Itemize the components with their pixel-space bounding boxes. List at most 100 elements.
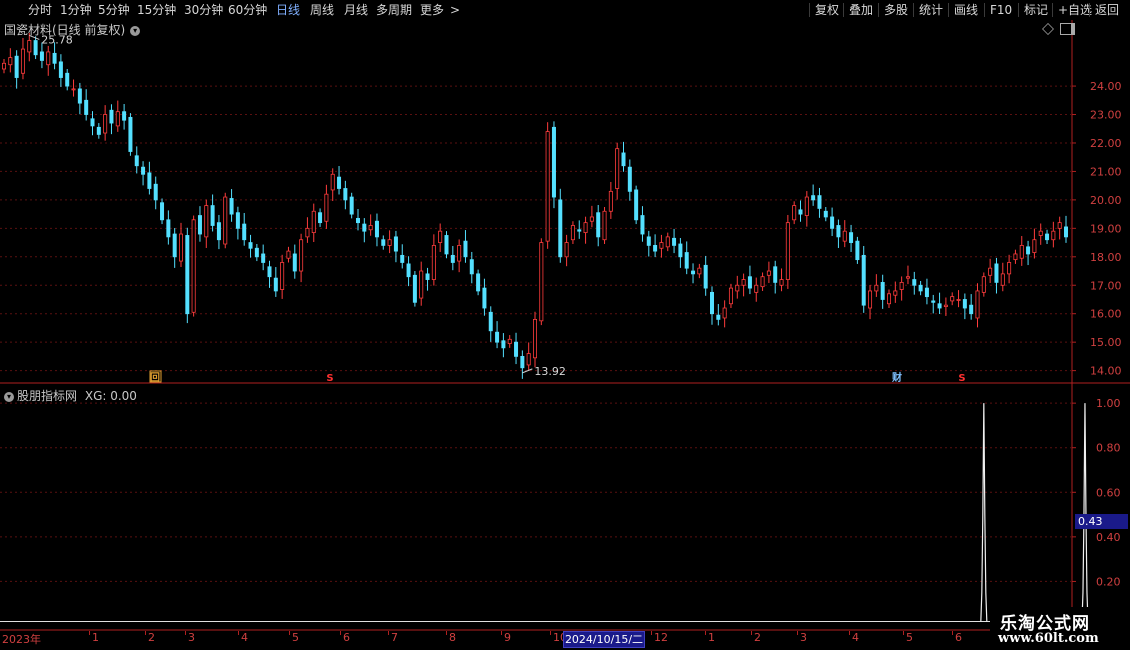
toolbar-separator <box>809 3 810 17</box>
date-tick <box>340 631 341 635</box>
chevron-down-icon[interactable]: ▾ <box>130 25 141 36</box>
toolbar-separator <box>1089 3 1090 17</box>
toolbar-button-1[interactable]: 叠加 <box>849 0 873 20</box>
event-marker-3[interactable]: S <box>958 373 965 384</box>
date-tick <box>651 631 652 635</box>
period-tab-6[interactable]: 日线 <box>276 0 300 20</box>
price-tick-label: 14.00 <box>1090 365 1122 378</box>
date-label: 5 <box>906 631 913 644</box>
candle <box>223 192 228 249</box>
event-marker-label: 回 <box>150 372 160 384</box>
toolbar-button-8[interactable]: 返回 <box>1095 0 1119 20</box>
candle <box>191 215 196 317</box>
indicator-tick-label: 0.80 <box>1096 442 1121 455</box>
toolbar-button-2[interactable]: 多股 <box>884 0 908 20</box>
main-panel-title-bar: 国瓷材料(日线 前复权) ▾ <box>4 21 141 38</box>
cursor-date-box: 2024/10/15/二 <box>563 631 645 648</box>
date-label: 9 <box>504 631 511 644</box>
period-tab-1[interactable]: 1分钟 <box>60 0 92 20</box>
period-tab-9[interactable]: 多周期 <box>376 0 412 20</box>
date-tick <box>501 631 502 635</box>
candle <box>412 271 417 307</box>
toolbar-button-4[interactable]: 画线 <box>954 0 978 20</box>
period-tab-3[interactable]: 15分钟 <box>137 0 176 20</box>
price-tick-label: 23.00 <box>1090 109 1122 122</box>
date-label: 5 <box>292 631 299 644</box>
panel-toggle-icon[interactable] <box>1060 23 1075 35</box>
date-label: 4 <box>241 631 248 644</box>
candle <box>634 185 639 225</box>
date-tick <box>388 631 389 635</box>
event-marker-label: S <box>326 373 333 384</box>
period-tab-4[interactable]: 30分钟 <box>184 0 223 20</box>
price-tick-label: 22.00 <box>1090 137 1122 150</box>
low-label: 13.92 <box>534 365 566 378</box>
indicator-tick-label: 0.60 <box>1096 486 1121 499</box>
period-tab-0[interactable]: 分时 <box>28 0 52 20</box>
candle <box>602 207 607 244</box>
toolbar-separator <box>878 3 879 17</box>
toolbar-separator <box>843 3 844 17</box>
price-tick-label: 17.00 <box>1090 279 1122 292</box>
period-tab-8[interactable]: 月线 <box>344 0 368 20</box>
event-marker-label: 财 <box>891 371 902 384</box>
toolbar-button-5[interactable]: F10 <box>990 0 1012 20</box>
date-tick <box>289 631 290 635</box>
candle <box>855 236 860 264</box>
date-tick <box>238 631 239 635</box>
date-tick <box>550 631 551 635</box>
period-tab-5[interactable]: 60分钟 <box>228 0 267 20</box>
period-tab-10[interactable]: 更多 <box>420 0 444 20</box>
event-marker-label: S <box>958 373 965 384</box>
indicator-tick-label: 0.40 <box>1096 531 1121 544</box>
event-marker-2[interactable]: 财 <box>891 371 902 384</box>
date-label: 2023年 <box>2 633 41 646</box>
date-tick <box>952 631 953 635</box>
candle <box>785 214 790 289</box>
indicator-tick-label: 1.00 <box>1096 397 1121 410</box>
date-tick <box>89 631 90 635</box>
date-label: 2 <box>148 631 155 644</box>
price-tick-label: 16.00 <box>1090 308 1122 321</box>
candle <box>539 238 544 326</box>
event-marker-1[interactable]: S <box>326 373 333 384</box>
indicator-chart[interactable]: 1.00 0.80 0.60 0.40 0.20 <box>0 384 1130 631</box>
date-label: 1 <box>708 631 715 644</box>
indicator-title-bar: ▾ 股朋指标网 XG: 0.00 <box>4 387 137 404</box>
candlestick-chart[interactable]: 24.00 23.00 22.00 21.00 20.00 19.00 18.00 17.00… <box>0 20 1130 384</box>
candle <box>128 113 133 156</box>
toolbar-button-6[interactable]: 标记 <box>1024 0 1048 20</box>
date-label: 6 <box>955 631 962 644</box>
candle <box>551 121 556 209</box>
event-marker-0[interactable]: 回 <box>149 370 162 384</box>
date-label: 4 <box>852 631 859 644</box>
candle <box>861 245 866 313</box>
toolbar-separator <box>1018 3 1019 17</box>
price-tick-label: 20.00 <box>1090 194 1122 207</box>
toolbar-button-0[interactable]: 复权 <box>815 0 839 20</box>
indicator-tick-label: 0.20 <box>1096 575 1121 588</box>
date-tick <box>751 631 752 635</box>
period-tab-7[interactable]: 周线 <box>310 0 334 20</box>
top-toolbar: 分时 1分钟 5分钟 15分钟 30分钟 60分钟 日线 周线 月线 多周期 更多 > 复权 叠加 多股 统计… <box>0 0 1130 21</box>
date-label: 3 <box>800 631 807 644</box>
date-tick <box>705 631 706 635</box>
watermark-url: www.60lt.com <box>998 631 1099 646</box>
stock-title: 国瓷材料(日线 前复权) <box>4 23 126 37</box>
toolbar-separator <box>1052 3 1053 17</box>
toolbar-button-7[interactable]: +自选 <box>1058 0 1092 20</box>
date-tick <box>797 631 798 635</box>
toolbar-button-3[interactable]: 统计 <box>919 0 943 20</box>
candle <box>545 122 550 249</box>
date-label: 3 <box>188 631 195 644</box>
toolbar-separator <box>913 3 914 17</box>
date-label: 8 <box>449 631 456 644</box>
more-arrow-icon[interactable]: > <box>450 0 460 20</box>
candle <box>185 227 190 324</box>
date-label: 12 <box>654 631 668 644</box>
candle <box>444 231 449 259</box>
date-tick <box>849 631 850 635</box>
chevron-down-icon[interactable]: ▾ <box>4 391 14 402</box>
period-tab-2[interactable]: 5分钟 <box>98 0 130 20</box>
price-tick-label: 19.00 <box>1090 222 1122 235</box>
